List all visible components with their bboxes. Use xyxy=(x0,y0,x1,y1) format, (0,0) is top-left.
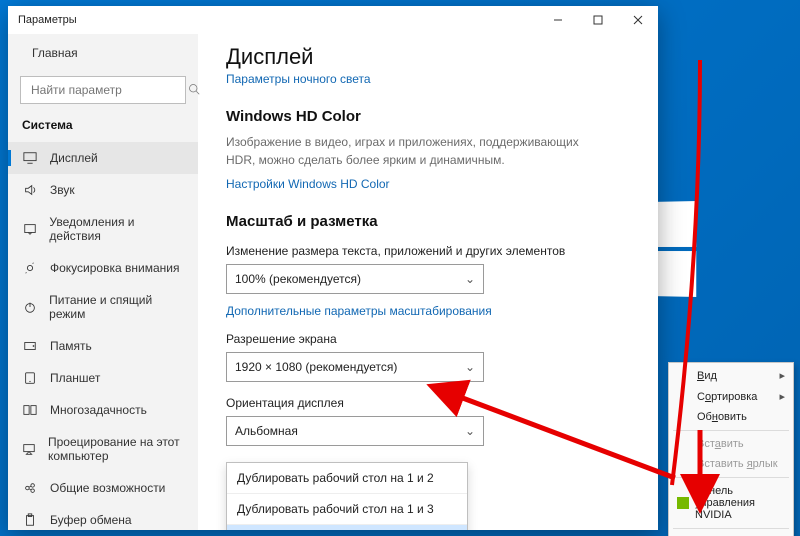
chevron-down-icon: ⌄ xyxy=(465,424,475,438)
sidebar-item-label: Память xyxy=(50,339,92,353)
maximize-button[interactable] xyxy=(578,6,618,34)
sidebar-item-label: Общие возможности xyxy=(50,481,165,495)
content-area[interactable]: Дисплей Параметры ночного света Windows … xyxy=(198,34,658,530)
search-box[interactable] xyxy=(20,76,186,104)
scale-heading: Масштаб и разметка xyxy=(226,213,630,230)
ctx-paste: Вставить xyxy=(669,434,793,454)
window-title: Параметры xyxy=(18,14,77,26)
search-input[interactable] xyxy=(29,82,188,98)
sidebar-item-label: Планшет xyxy=(50,371,100,385)
dropdown-option-selected[interactable]: Расширить рабочий стол на этот экран xyxy=(227,524,467,530)
sidebar-item-notify[interactable]: Уведомления и действия xyxy=(8,206,198,252)
multitask-icon xyxy=(22,403,38,417)
nvidia-icon xyxy=(677,497,689,509)
hdcolor-link[interactable]: Настройки Windows HD Color xyxy=(226,177,630,191)
sidebar-item-multitask[interactable]: Многозадачность xyxy=(8,394,198,426)
resolution-value: 1920 × 1080 (рекомендуется) xyxy=(235,360,397,374)
text-size-combo[interactable]: 100% (рекомендуется) ⌄ xyxy=(226,264,484,294)
hdcolor-heading: Windows HD Color xyxy=(226,108,630,125)
close-button[interactable] xyxy=(618,6,658,34)
project-icon xyxy=(22,442,36,456)
sidebar-item-label: Буфер обмена xyxy=(50,513,132,527)
sidebar-nav: Дисплей Звук Уведомления и действия Фокусир… xyxy=(8,142,198,530)
sidebar-item-label: Уведомления и действия xyxy=(49,215,184,243)
resolution-combo[interactable]: 1920 × 1080 (рекомендуется) ⌄ xyxy=(226,352,484,382)
home-label: Главная xyxy=(32,46,78,60)
desktop-context-menu: Вид▸ Сортировка▸ Обновить Вставить Встав… xyxy=(668,362,794,536)
shared-icon xyxy=(22,481,38,495)
dropdown-option[interactable]: Дублировать рабочий стол на 1 и 2 xyxy=(227,463,467,493)
night-light-link[interactable]: Параметры ночного света xyxy=(226,72,371,86)
clipboard-icon xyxy=(22,513,38,527)
dropdown-option[interactable]: Дублировать рабочий стол на 1 и 3 xyxy=(227,493,467,524)
sidebar-item-power[interactable]: Питание и спящий режим xyxy=(8,284,198,330)
sidebar-item-display[interactable]: Дисплей xyxy=(8,142,198,174)
page-title: Дисплей xyxy=(226,44,630,70)
sidebar-item-tablet[interactable]: Планшет xyxy=(8,362,198,394)
orientation-label: Ориентация дисплея xyxy=(226,396,630,410)
advanced-scaling-link[interactable]: Дополнительные параметры масштабирования xyxy=(226,304,630,318)
focus-icon xyxy=(22,261,38,275)
tablet-icon xyxy=(22,371,38,385)
ctx-sort[interactable]: Сортировка▸ xyxy=(669,386,793,407)
sidebar: Главная Система Дисплей Звук Уведомления и… xyxy=(8,34,198,530)
sidebar-group-label: Система xyxy=(8,114,198,142)
ctx-create[interactable]: Создать▸ xyxy=(669,532,793,536)
sidebar-item-label: Дисплей xyxy=(50,151,98,165)
sidebar-item-label: Фокусировка внимания xyxy=(50,261,179,275)
text-size-value: 100% (рекомендуется) xyxy=(235,272,361,286)
sidebar-item-label: Многозадачность xyxy=(50,403,147,417)
sidebar-item-sound[interactable]: Звук xyxy=(8,174,198,206)
storage-icon xyxy=(22,339,38,353)
text-size-label: Изменение размера текста, приложений и д… xyxy=(226,244,630,258)
minimize-button[interactable] xyxy=(538,6,578,34)
sidebar-item-focus[interactable]: Фокусировка внимания xyxy=(8,252,198,284)
ctx-refresh[interactable]: Обновить xyxy=(669,407,793,427)
sidebar-item-shared[interactable]: Общие возможности xyxy=(8,472,198,504)
sidebar-item-storage[interactable]: Память xyxy=(8,330,198,362)
power-icon xyxy=(22,300,37,314)
sidebar-item-label: Проецирование на этот компьютер xyxy=(48,435,184,463)
resolution-label: Разрешение экрана xyxy=(226,332,630,346)
orientation-combo[interactable]: Альбомная ⌄ xyxy=(226,416,484,446)
ctx-nvidia[interactable]: Панель управления NVIDIA xyxy=(669,481,793,525)
sidebar-item-clipboard[interactable]: Буфер обмена xyxy=(8,504,198,530)
titlebar: Параметры xyxy=(8,6,658,34)
orientation-value: Альбомная xyxy=(235,424,298,438)
sidebar-item-project[interactable]: Проецирование на этот компьютер xyxy=(8,426,198,472)
sidebar-item-label: Звук xyxy=(50,183,75,197)
display-icon xyxy=(22,151,38,165)
sound-icon xyxy=(22,183,38,197)
ctx-view[interactable]: Вид▸ xyxy=(669,365,793,386)
settings-window: Параметры Главная Система Дисплей Звук Уве… xyxy=(8,6,658,530)
notify-icon xyxy=(22,222,37,236)
hdcolor-desc: Изображение в видео, играх и приложениях… xyxy=(226,133,586,169)
multiple-displays-dropdown[interactable]: Дублировать рабочий стол на 1 и 2 Дублир… xyxy=(226,462,468,530)
sidebar-item-label: Питание и спящий режим xyxy=(49,293,184,321)
home-button[interactable]: Главная xyxy=(8,38,198,68)
ctx-paste-shortcut: Вставить ярлык xyxy=(669,454,793,474)
chevron-down-icon: ⌄ xyxy=(465,360,475,374)
chevron-down-icon: ⌄ xyxy=(465,272,475,286)
